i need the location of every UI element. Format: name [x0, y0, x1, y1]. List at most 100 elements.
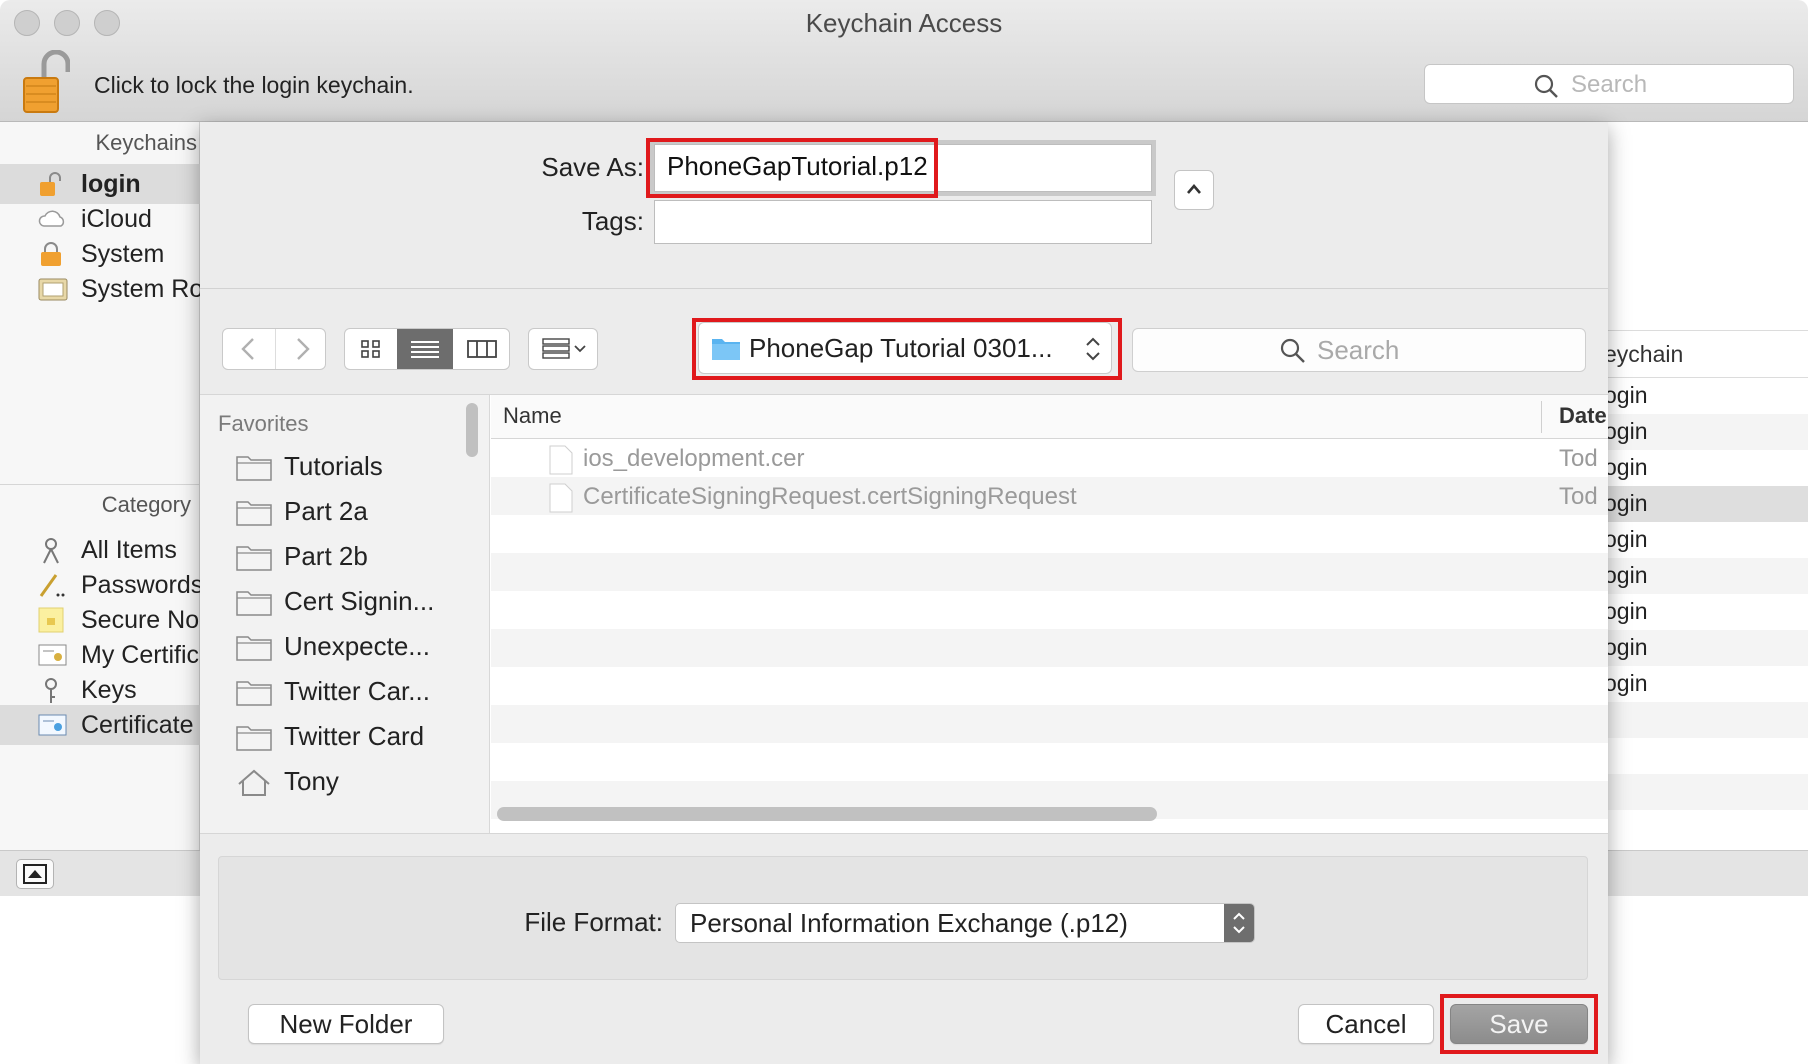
folder-icon: [236, 501, 272, 526]
table-row[interactable]: ogin: [1600, 630, 1808, 666]
new-folder-button[interactable]: New Folder: [248, 1004, 444, 1044]
file-row: ios_development.cer Tod: [491, 439, 1608, 477]
locked-padlock-icon: [38, 241, 64, 267]
category-item-secure-notes[interactable]: Secure No: [0, 600, 200, 640]
highlight-save-as: [646, 138, 938, 198]
home-icon: [238, 769, 270, 796]
unlocked-padlock-icon[interactable]: [22, 49, 71, 114]
highlight-save-button: [1440, 994, 1598, 1054]
table-cell: ogin: [1604, 670, 1648, 696]
secure-note-icon: [38, 607, 64, 633]
category-item-label: Passwords: [81, 571, 204, 599]
file-browser: Favorites Tutorials Part 2a Part 2b Cert…: [200, 394, 1608, 834]
category-item-label: Certificate: [81, 711, 194, 739]
favorite-label: Part 2a: [284, 496, 368, 526]
keychain-item-label: login: [81, 170, 141, 198]
favorite-label: Twitter Car...: [284, 676, 430, 706]
table-row[interactable]: ogin: [1600, 486, 1808, 522]
category-item-all-items[interactable]: All Items: [0, 530, 200, 570]
horizontal-scrollbar[interactable]: [497, 807, 1157, 821]
keychain-item-system[interactable]: System: [0, 234, 200, 274]
forward-button[interactable]: [275, 329, 327, 369]
column-separator[interactable]: [1541, 401, 1542, 433]
grid-icon: [361, 340, 380, 358]
category-item-certificates[interactable]: Certificate: [0, 705, 200, 745]
folder-icon: [236, 546, 272, 571]
my-certificate-icon: [38, 642, 67, 668]
table-row[interactable]: ogin: [1600, 414, 1808, 450]
keychain-item-system-roots[interactable]: System Ro: [0, 269, 203, 309]
category-item-keys[interactable]: Keys: [0, 670, 200, 710]
pen-icon: [38, 572, 65, 598]
keychain-item-icloud[interactable]: iCloud: [0, 199, 200, 239]
chevron-right-icon: [297, 338, 310, 360]
file-format-label: File Format:: [524, 907, 663, 937]
icon-view-button[interactable]: [345, 329, 397, 369]
cancel-button[interactable]: Cancel: [1298, 1004, 1434, 1044]
sidebar-divider: [0, 484, 200, 485]
empty-row: [491, 553, 1608, 591]
table-row: [1600, 738, 1808, 774]
category-item-label: Keys: [81, 676, 137, 704]
info-panel-icon: [23, 864, 47, 884]
favorite-item[interactable]: Twitter Car...: [236, 672, 476, 712]
title-bar: Keychain Access Click to lock the login …: [0, 0, 1808, 122]
favorite-item[interactable]: Tutorials: [236, 447, 476, 487]
table-row[interactable]: ogin: [1600, 450, 1808, 486]
keychain-column-label: eychain: [1604, 341, 1684, 367]
back-button[interactable]: [223, 329, 275, 369]
table-row: [1600, 702, 1808, 738]
collapse-dialog-button[interactable]: [1174, 170, 1214, 210]
table-row[interactable]: ogin: [1600, 558, 1808, 594]
keychain-item-label: System: [81, 240, 165, 268]
category-header: Category: [101, 492, 191, 517]
column-view-button[interactable]: [453, 329, 509, 369]
save-as-label: Save As:: [541, 152, 644, 182]
tags-field[interactable]: [654, 200, 1152, 244]
favorite-item[interactable]: Twitter Card: [236, 717, 476, 757]
chevron-left-icon: [241, 338, 254, 360]
category-item-passwords[interactable]: Passwords: [0, 565, 204, 605]
lock-keychain-message[interactable]: Click to lock the login keychain.: [94, 72, 414, 99]
table-row[interactable]: ogin: [1600, 378, 1808, 414]
updown-chevron-icon: [1233, 912, 1245, 934]
favorite-item[interactable]: Part 2b: [236, 537, 476, 577]
window-title: Keychain Access: [805, 8, 1003, 38]
favorite-item[interactable]: Cert Signin...: [236, 582, 476, 622]
search-icon: [1280, 338, 1305, 363]
table-cell: ogin: [1604, 598, 1648, 624]
main-search-field[interactable]: Search: [1424, 64, 1794, 104]
file-format-value: Personal Information Exchange (.p12): [690, 908, 1128, 938]
table-row[interactable]: ogin: [1600, 522, 1808, 558]
category-item-my-certificates[interactable]: My Certific: [0, 635, 200, 675]
file-name: CertificateSigningRequest.certSigningReq…: [583, 483, 1077, 510]
table-row[interactable]: ogin: [1600, 594, 1808, 630]
list-view-button[interactable]: [397, 329, 453, 369]
keychain-column-header[interactable]: eychain: [1600, 330, 1808, 378]
file-list-header: Name Date: [491, 395, 1608, 439]
arrange-button[interactable]: [528, 328, 598, 370]
favorite-label: Unexpecte...: [284, 631, 430, 661]
name-column-header[interactable]: Name: [503, 403, 562, 429]
favorite-label: Twitter Card: [284, 721, 425, 751]
folder-icon: [236, 726, 272, 751]
keychain-item-login[interactable]: login: [0, 164, 200, 204]
file-row: CertificateSigningRequest.certSigningReq…: [491, 477, 1608, 515]
sheet-divider: [200, 288, 1608, 289]
empty-row: [491, 667, 1608, 705]
tags-label: Tags:: [581, 206, 644, 236]
view-mode-control: [344, 328, 510, 370]
favorite-item[interactable]: Unexpecte...: [236, 627, 476, 667]
favorite-item[interactable]: Part 2a: [236, 492, 476, 532]
table-cell: ogin: [1604, 454, 1648, 480]
folder-icon: [236, 456, 272, 481]
info-button[interactable]: [16, 859, 54, 889]
table-row[interactable]: ogin: [1600, 666, 1808, 702]
file-format-popup[interactable]: Personal Information Exchange (.p12): [675, 903, 1255, 943]
favorite-item[interactable]: Tony: [236, 762, 476, 802]
empty-row: [491, 515, 1608, 553]
table-cell: ogin: [1604, 562, 1648, 588]
dialog-search-field[interactable]: Search: [1132, 328, 1586, 372]
date-column-header[interactable]: Date: [1559, 403, 1607, 429]
file-format-stepper[interactable]: [1224, 904, 1254, 942]
